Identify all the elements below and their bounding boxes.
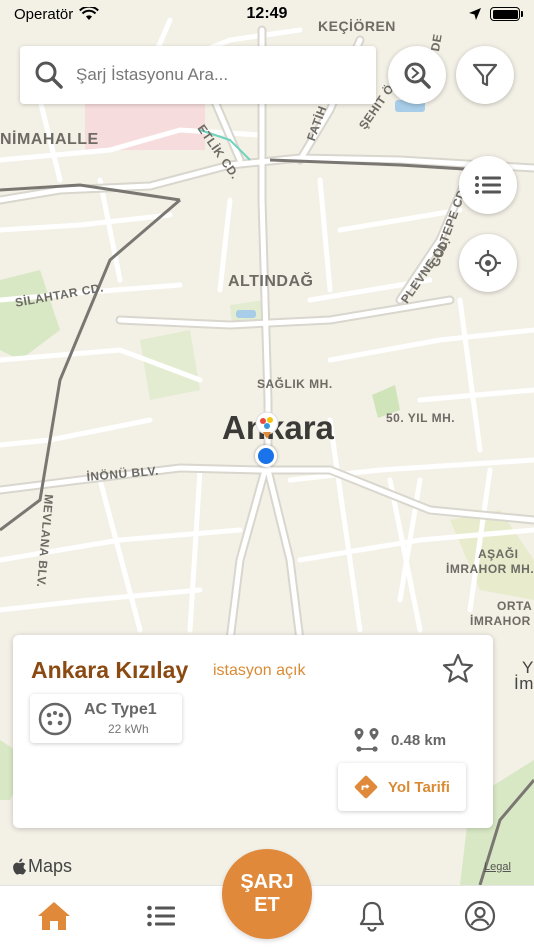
legal-link[interactable]: Legal	[484, 861, 511, 873]
route-distance-icon	[354, 728, 379, 752]
connector-chip[interactable]: AC Type1 22 kWh	[30, 694, 182, 743]
list-view-button[interactable]	[459, 156, 517, 214]
map-label-saglik: SAĞLIK MH.	[257, 377, 333, 391]
map-label-asagi: AŞAĞI	[478, 547, 519, 561]
tab-notifications[interactable]	[350, 894, 394, 938]
search-input[interactable]	[76, 65, 362, 85]
charge-label-line1: ŞARJ	[240, 871, 294, 893]
apple-logo-icon	[13, 858, 26, 875]
maps-attribution: Maps	[12, 856, 72, 877]
user-location-dot	[255, 445, 277, 467]
list-icon	[147, 905, 175, 927]
list-icon	[475, 176, 501, 194]
home-icon	[38, 902, 70, 930]
connector-power: 22 kWh	[107, 722, 149, 736]
battery-level	[492, 9, 518, 19]
station-status: istasyon açık	[213, 662, 306, 679]
search-location-icon	[404, 62, 431, 89]
map-label-imrahor: İMRAHOR	[470, 614, 531, 628]
station-marker[interactable]	[252, 410, 282, 440]
directions-label: Yol Tarifi	[388, 778, 450, 796]
search-bar[interactable]	[20, 46, 376, 104]
star-icon	[442, 653, 474, 683]
map-label-altindag: ALTINDAĞ	[228, 273, 314, 290]
map-label-imrahor-mh: İMRAHOR MH.	[446, 562, 534, 576]
charging-station-pin-icon	[255, 411, 279, 439]
directions-button[interactable]: Yol Tarifi	[338, 763, 466, 811]
tab-list[interactable]	[139, 894, 183, 938]
search-icon	[35, 61, 63, 89]
charge-button[interactable]: ŞARJ ET	[222, 849, 312, 939]
crosshair-icon	[475, 250, 501, 276]
carrier-label: Operatör	[14, 5, 74, 23]
distance-value: 0.48 km	[391, 731, 447, 749]
wifi-icon	[79, 7, 100, 20]
distance-info: 0.48 km	[353, 726, 446, 754]
station-card[interactable]: Ankara Kızılay istasyon açık AC Type1 22…	[13, 635, 493, 828]
station-name: Ankara Kızılay	[31, 657, 189, 683]
location-arrow-icon	[469, 8, 481, 20]
charge-label-line2: ET	[254, 894, 280, 916]
favorite-button[interactable]	[441, 652, 475, 691]
status-bar: Operatör 12:49	[0, 0, 534, 28]
plug-socket-icon	[38, 702, 72, 735]
user-profile-icon	[464, 900, 496, 932]
battery-icon	[490, 7, 523, 21]
bell-icon	[359, 901, 385, 932]
tab-home[interactable]	[32, 894, 76, 938]
my-location-button[interactable]	[459, 234, 517, 292]
tab-profile[interactable]	[458, 894, 502, 938]
maps-label: Maps	[28, 856, 73, 876]
nearby-search-button[interactable]	[388, 46, 446, 104]
map-label-nimahalle: NİMAHALLE	[0, 131, 99, 148]
filter-button[interactable]	[456, 46, 514, 104]
directions-icon	[354, 775, 378, 799]
map-label-orta: ORTA	[497, 599, 533, 613]
connector-type: AC Type1	[84, 701, 157, 718]
map-label-im: İm	[514, 674, 534, 693]
filter-icon	[472, 63, 498, 87]
map-label-50-yil: 50. YIL MH.	[386, 411, 456, 425]
